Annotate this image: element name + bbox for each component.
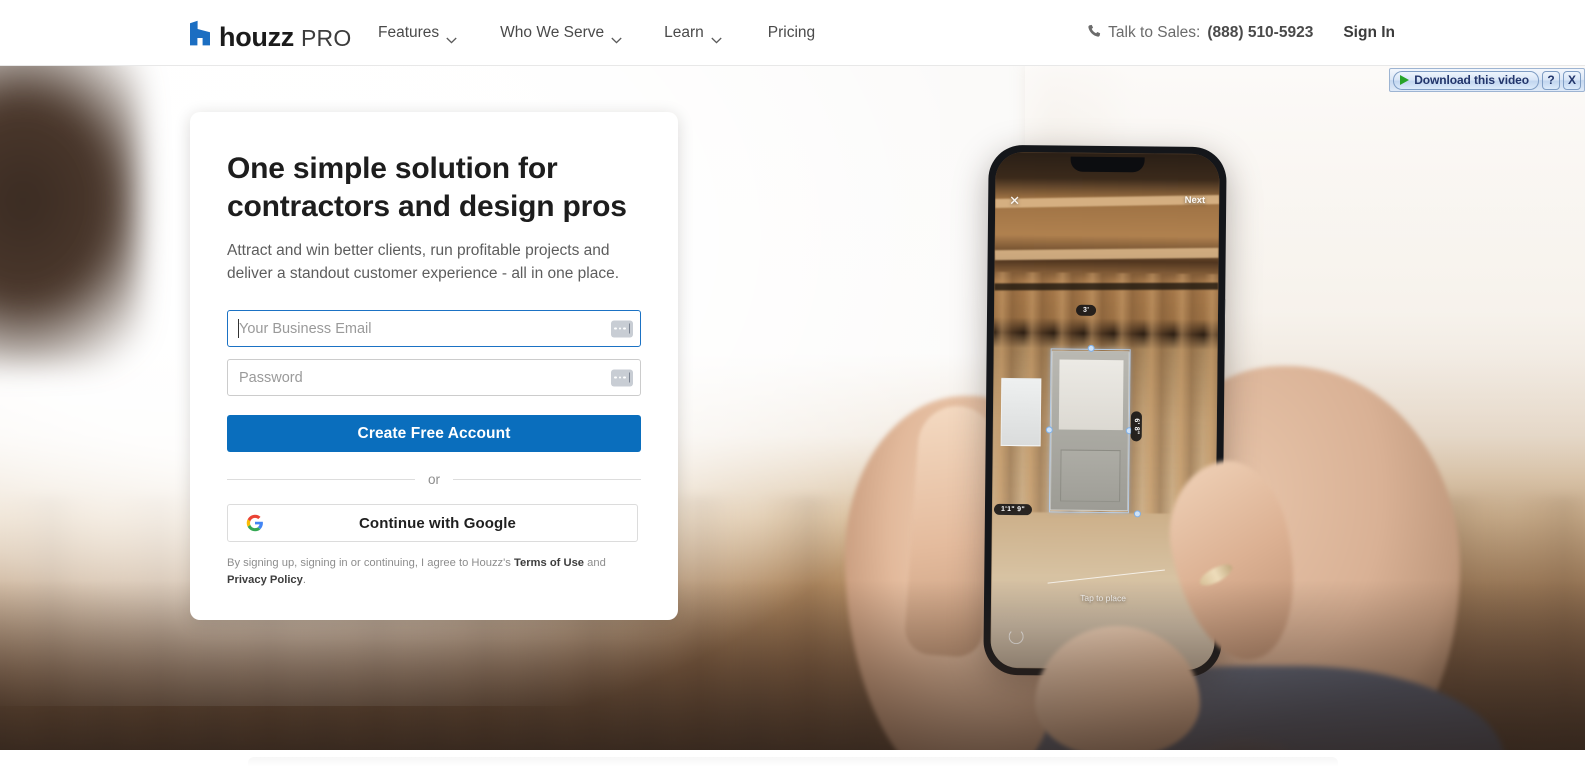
divider-rule-right bbox=[453, 479, 642, 481]
legal-prefix: By signing up, signing in or continuing,… bbox=[227, 557, 514, 570]
chevron-down-icon bbox=[446, 31, 457, 44]
ar-handle-top[interactable] bbox=[1087, 344, 1095, 352]
houzz-pro-logo[interactable]: houzz PRO bbox=[190, 20, 351, 51]
text-caret bbox=[238, 319, 239, 339]
email-field[interactable] bbox=[227, 310, 641, 348]
sign-in-link[interactable]: Sign In bbox=[1343, 24, 1395, 42]
nav-item-features[interactable]: Features bbox=[378, 24, 457, 44]
ar-selection-box[interactable] bbox=[1048, 348, 1131, 514]
google-button-label: Continue with Google bbox=[359, 514, 516, 532]
header-inner: houzz PRO Features Who We Serve Learn Pr… bbox=[0, 0, 1585, 65]
ar-measure-side: 6' 8" bbox=[1130, 411, 1142, 442]
password-field-wrapper bbox=[227, 359, 641, 397]
download-overlay-close-button[interactable]: X bbox=[1563, 70, 1581, 90]
page-title: One simple solution for contractors and … bbox=[227, 152, 627, 224]
nav-label-features: Features bbox=[378, 24, 440, 41]
hero-background-foreground-blur bbox=[0, 66, 140, 366]
password-field[interactable] bbox=[227, 359, 641, 397]
privacy-policy-link[interactable]: Privacy Policy bbox=[227, 574, 303, 586]
nav-item-pricing[interactable]: Pricing bbox=[768, 24, 815, 42]
site-header: houzz PRO Features Who We Serve Learn Pr… bbox=[0, 0, 1585, 66]
terms-of-use-link[interactable]: Terms of Use bbox=[514, 557, 584, 569]
divider-rule-left bbox=[227, 479, 415, 481]
talk-to-sales-label: Talk to Sales: bbox=[1108, 24, 1201, 41]
page-subtitle: Attract and win better clients, run prof… bbox=[227, 242, 620, 282]
nav-label-learn: Learn bbox=[664, 24, 704, 41]
nav-label-pricing: Pricing bbox=[767, 24, 816, 41]
nav-item-learn[interactable]: Learn bbox=[664, 24, 722, 44]
talk-to-sales[interactable]: Talk to Sales: (888) 510-5923 bbox=[1087, 24, 1313, 43]
download-this-video-button[interactable]: Download this video bbox=[1393, 70, 1539, 90]
ar-handle-left[interactable] bbox=[1045, 426, 1053, 434]
download-overlay-panel: Download this video ? X bbox=[1389, 68, 1585, 92]
reset-circle-icon[interactable] bbox=[1008, 629, 1024, 645]
logo-brand-text: houzz bbox=[219, 22, 294, 52]
sales-phone-number: (888) 510-5923 bbox=[1207, 24, 1314, 41]
download-overlay-help-button[interactable]: ? bbox=[1542, 70, 1560, 90]
play-triangle-icon bbox=[1400, 75, 1410, 85]
ar-next-button[interactable]: Next bbox=[1185, 195, 1206, 206]
autofill-dots-icon[interactable] bbox=[611, 320, 633, 338]
autofill-dots-icon[interactable] bbox=[611, 369, 633, 387]
ar-ceiling-shadow bbox=[994, 282, 1219, 291]
legal-suffix: . bbox=[302, 574, 306, 587]
nav-item-who-we-serve[interactable]: Who We Serve bbox=[500, 24, 622, 44]
chevron-down-icon bbox=[611, 31, 622, 44]
houzz-h-mark-icon bbox=[190, 20, 210, 46]
or-divider: or bbox=[227, 472, 642, 488]
nav-label-who-we-serve: Who We Serve bbox=[500, 24, 605, 41]
phone-icon bbox=[1087, 24, 1101, 43]
ar-handle-bottom[interactable] bbox=[1133, 510, 1141, 518]
page-root: houzz PRO Features Who We Serve Learn Pr… bbox=[0, 0, 1585, 768]
legal-text: By signing up, signing in or continuing,… bbox=[227, 555, 637, 590]
primary-nav: Features Who We Serve Learn Pricing bbox=[378, 0, 815, 66]
continue-with-google-button[interactable]: Continue with Google bbox=[227, 504, 638, 543]
download-video-overlay: Download this video ? X bbox=[1389, 68, 1585, 92]
divider-label: or bbox=[428, 472, 441, 488]
create-free-account-button[interactable]: Create Free Account bbox=[227, 415, 641, 453]
next-section-shadow bbox=[248, 757, 1338, 767]
header-right-group: Talk to Sales: (888) 510-5923 Sign In bbox=[1087, 0, 1395, 66]
download-overlay-label: Download this video bbox=[1414, 73, 1529, 87]
logo-suffix-text: PRO bbox=[300, 25, 352, 51]
phone-notch bbox=[1070, 156, 1145, 173]
ar-window bbox=[1000, 377, 1042, 447]
chevron-down-icon bbox=[711, 31, 722, 44]
email-field-wrapper bbox=[227, 310, 641, 348]
ar-measure-left: 1'1" 9" bbox=[993, 503, 1033, 516]
google-g-icon bbox=[246, 514, 264, 532]
signup-card: One simple solution for contractors and … bbox=[190, 112, 678, 620]
close-x-icon[interactable]: ✕ bbox=[1009, 193, 1020, 208]
ar-measure-top: 3' bbox=[1075, 304, 1097, 316]
legal-middle: and bbox=[584, 557, 606, 570]
